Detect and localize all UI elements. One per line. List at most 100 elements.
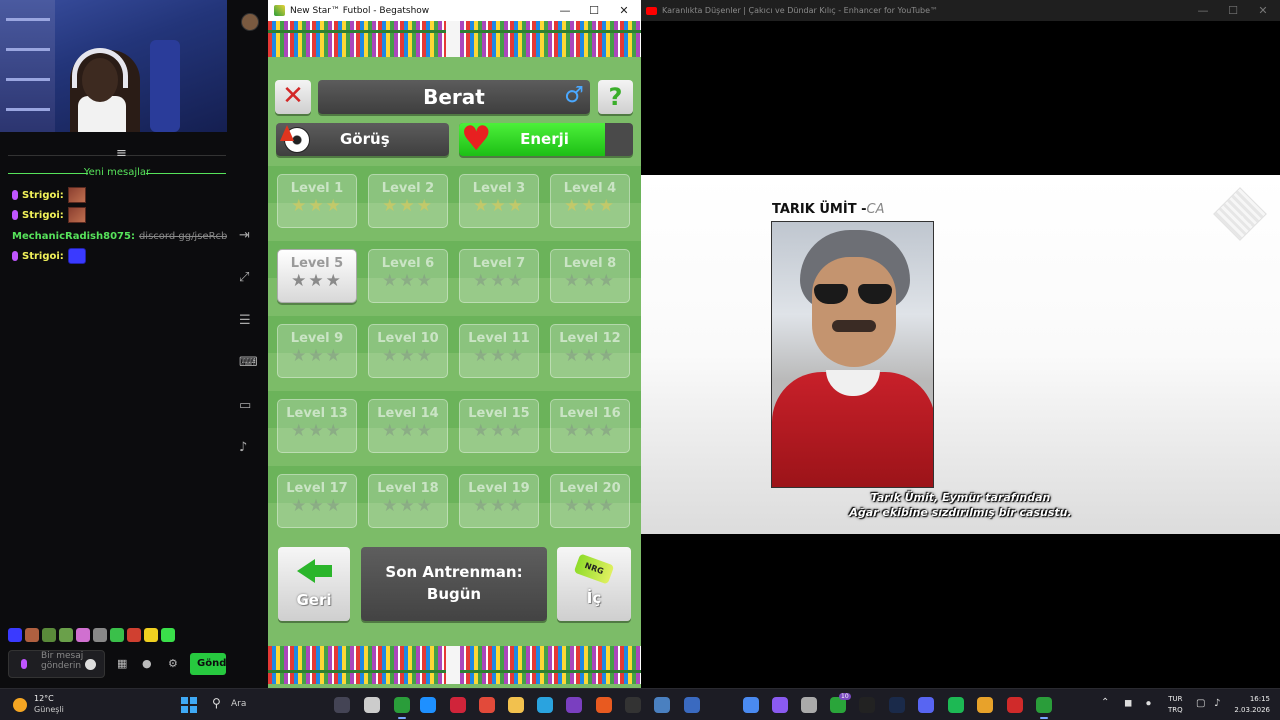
level-button[interactable]: Level 14 ★★★ [368,399,448,453]
close-button[interactable]: ✕ [609,2,639,19]
steam-icon[interactable] [889,697,905,713]
maximize-button[interactable]: ☐ [1218,2,1248,19]
minimize-button[interactable]: — [550,2,580,19]
close-player-button[interactable]: ✕ [275,80,311,114]
epic-icon[interactable] [859,697,875,713]
back-button[interactable]: Geri [278,547,350,621]
level-button[interactable]: Level 3 ★★★ [459,174,539,228]
emote-icon[interactable] [76,628,90,642]
emote-icon[interactable] [93,628,107,642]
collapse-icon[interactable]: ≡ [116,146,127,161]
tag-icon[interactable]: ▭ [239,398,251,413]
chat-username[interactable]: Strigoi: [22,251,64,262]
emoji-icon[interactable] [85,659,96,670]
level-button[interactable]: Level 12 ★★★ [550,324,630,378]
expand-icon[interactable]: ⤢ [239,270,249,285]
level-button[interactable]: Level 5 ★★★ [277,249,357,303]
maximize-button[interactable]: ☐ [579,2,609,19]
start-button[interactable] [181,697,197,713]
emote-icon[interactable] [127,628,141,642]
app-icon[interactable] [1007,697,1023,713]
app-icon[interactable] [596,697,612,713]
minimize-button[interactable]: — [1188,2,1218,19]
vision-tab[interactable]: Görüş [276,123,449,156]
sliders-icon[interactable]: ☰ [239,313,251,328]
chat-input[interactable]: Bir mesaj gönderin [8,650,105,678]
close-button[interactable]: ✕ [1248,2,1278,19]
keyboard-icon[interactable]: ⌨ [239,355,258,370]
taskbar-app-icon[interactable] [334,697,350,713]
emote-icon[interactable] [8,628,22,642]
drink-button[interactable]: NRG İç [557,547,631,621]
telegram-icon[interactable] [537,697,553,713]
chrome-icon[interactable] [977,697,993,713]
app-icon[interactable] [625,697,641,713]
search-icon[interactable]: ⚲ [212,696,221,710]
weather-temperature[interactable]: 12°C [34,694,54,703]
chat-username[interactable]: MechanicRadish8075: [12,231,135,242]
opera-icon[interactable] [450,697,466,713]
spotify-icon[interactable] [948,697,964,713]
weather-sun-icon[interactable] [13,698,27,712]
chevron-up-icon[interactable]: ⌃ [1101,697,1109,708]
level-button[interactable]: Level 13 ★★★ [277,399,357,453]
discord-icon[interactable] [918,697,934,713]
level-button[interactable]: Level 16 ★★★ [550,399,630,453]
emote-icon[interactable] [161,628,175,642]
exit-icon[interactable]: ⇥ [239,228,250,243]
language-indicator[interactable]: TUR TRQ [1168,694,1183,716]
volume-icon[interactable]: ♪ [1214,698,1220,709]
app-icon[interactable] [394,697,410,719]
mic-icon[interactable] [21,659,27,669]
send-button[interactable]: Gönde [190,653,226,675]
gear-icon[interactable]: ⚙ [168,657,178,670]
weather-description[interactable]: Güneşli [34,705,64,714]
level-button[interactable]: Level 6 ★★★ [368,249,448,303]
app-icon[interactable] [772,697,788,713]
cone-icon [280,125,294,141]
level-button[interactable]: Level 11 ★★★ [459,324,539,378]
level-button[interactable]: Level 7 ★★★ [459,249,539,303]
chat-input-placeholder[interactable]: Bir mesaj gönderin [41,651,85,671]
level-button[interactable]: Level 20 ★★★ [550,474,630,528]
microphone-icon[interactable]: ⦁ [1146,698,1151,709]
level-button[interactable]: Level 9 ★★★ [277,324,357,378]
chat-bubble-icon[interactable]: ● [142,657,152,670]
clock[interactable]: 16:15 2.03.2026 [1230,694,1270,716]
app-icon[interactable] [743,697,759,713]
help-button[interactable]: ? [598,80,633,114]
folder-icon[interactable] [508,697,524,713]
file-explorer-icon[interactable] [364,697,380,713]
gamepad-icon[interactable]: ◼ [1124,698,1132,709]
level-button[interactable]: Level 2 ★★★ [368,174,448,228]
emote-icon[interactable] [110,628,124,642]
chat-username[interactable]: Strigoi: [22,190,64,201]
level-button[interactable]: Level 17 ★★★ [277,474,357,528]
app-icon[interactable] [654,697,670,713]
search-label[interactable]: Ara [231,699,246,709]
chat-username[interactable]: Strigoi: [22,210,64,221]
emote-icon[interactable] [144,628,158,642]
edge-icon[interactable] [420,697,436,713]
app-icon[interactable] [684,697,700,713]
app-icon[interactable] [566,697,582,713]
level-button[interactable]: Level 8 ★★★ [550,249,630,303]
app-icon[interactable] [801,697,817,713]
new-star-soccer-icon[interactable] [1036,697,1052,719]
display-icon[interactable]: ▢ [1196,698,1205,709]
level-button[interactable]: Level 18 ★★★ [368,474,448,528]
level-button[interactable]: Level 10 ★★★ [368,324,448,378]
emote-icon[interactable] [25,628,39,642]
emote-icon[interactable] [42,628,56,642]
level-button[interactable]: Level 1 ★★★ [277,174,357,228]
emote-icon[interactable] [59,628,73,642]
level-button[interactable]: Level 19 ★★★ [459,474,539,528]
app-icon[interactable] [479,697,495,713]
video-player[interactable]: TARIK ÜMİT -CA Tarık Ümit, Eymür tarafın… [641,175,1280,534]
avatar[interactable] [241,13,259,31]
volume-icon[interactable]: ♪ [239,440,247,455]
level-button[interactable]: Level 15 ★★★ [459,399,539,453]
level-button[interactable]: Level 4 ★★★ [550,174,630,228]
store-icon[interactable]: ▦ [117,657,127,670]
energy-tab[interactable]: ♥ Enerji [459,123,633,156]
